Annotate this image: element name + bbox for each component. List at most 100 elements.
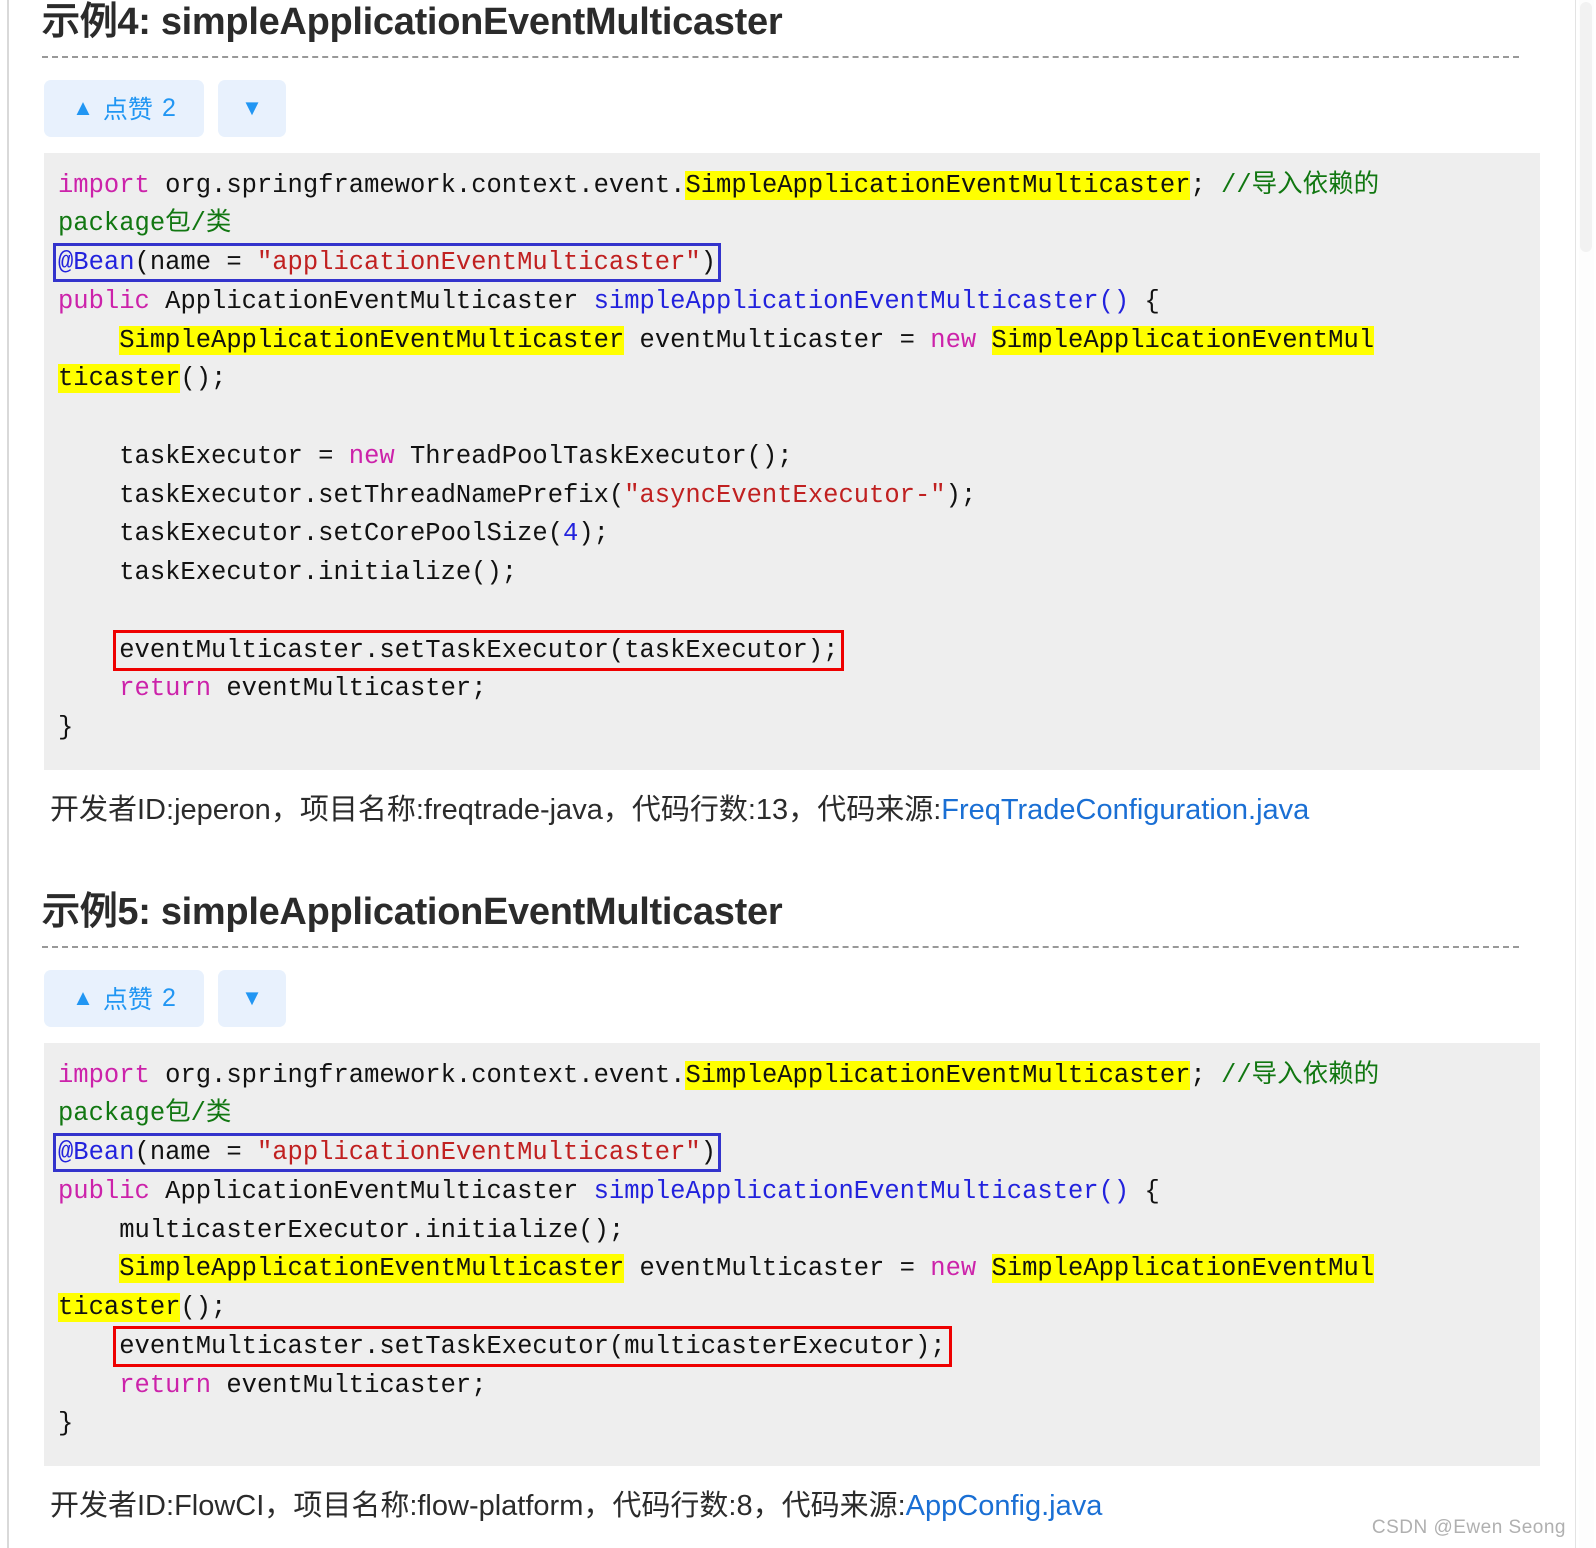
code-keyword-return: return (119, 674, 212, 704)
code-number-corepoolsize: 4 (563, 519, 579, 549)
code-keyword-return: return (119, 1370, 212, 1400)
page-content: 示例4: simpleApplicationEventMulticaster ▲… (0, 0, 1575, 1524)
watermark: CSDN @Ewen Seong (1371, 1517, 1566, 1538)
upvote-count-2: 2 (161, 983, 176, 1012)
page-scrollbar[interactable] (1575, 0, 1596, 1548)
code-block-example-5[interactable]: import org.springframework.context.event… (44, 1042, 1540, 1467)
upvote-count: 2 (161, 93, 176, 122)
example-section-4: 示例4: simpleApplicationEventMulticaster ▲… (0, 0, 1575, 828)
code-line-setthreadnameprefix-end: ); (945, 480, 977, 510)
attribution-example-5: 开发者ID:FlowCI，项目名称:flow-platform，代码行数:8，代… (0, 1466, 1575, 1524)
attrib-sep-3: ， (788, 793, 818, 826)
code-highlight-type: SimpleApplicationEventMulticaster (119, 1254, 625, 1284)
code-return-type: ApplicationEventMulticaster (165, 1176, 579, 1206)
code-string-bean-name: "applicationEventMulticaster" (256, 1138, 701, 1168)
attrib-sep-1: ， (264, 1490, 294, 1523)
example-section-5: 示例5: simpleApplicationEventMulticaster ▲… (0, 890, 1575, 1524)
upvote-label: 点赞 (102, 96, 153, 125)
vote-bar-5: ▲ 点赞 2 ▼ (0, 948, 1575, 1043)
code-ctor-call: (); (180, 364, 227, 394)
triangle-down-icon: ▼ (241, 95, 263, 121)
code-semicolon: ; (1190, 170, 1206, 200)
downvote-button-2[interactable]: ▼ (218, 969, 286, 1027)
code-annotation-bean: @Bean (58, 248, 135, 278)
code-brace-close: } (58, 713, 74, 743)
code-highlight-type: SimpleApplicationEventMulticaster (119, 325, 625, 355)
code-keyword-import: import (58, 1060, 150, 1090)
project-name-value: freqtrade-java (423, 793, 603, 826)
code-lines-value: 13 (755, 793, 789, 826)
code-keyword-public: public (58, 286, 150, 316)
project-name-label: 项目名称: (299, 793, 424, 826)
developer-id-label: 开发者ID: (50, 1490, 175, 1523)
code-source-label: 代码来源: (781, 1490, 906, 1523)
code-brace-close: } (58, 1409, 74, 1439)
code-var-eventmulticaster: eventMulticaster = (639, 325, 931, 355)
code-source-link[interactable]: FreqTradeConfiguration.java (941, 794, 1309, 826)
code-annotation-open: (name = (134, 1138, 257, 1168)
code-annotation-open: (name = (134, 248, 257, 278)
settaskexecutor-highlight-box: eventMulticaster.setTaskExecutor(taskExe… (113, 629, 845, 671)
code-return-value: eventMulticaster; (211, 1370, 487, 1400)
upvote-button[interactable]: ▲ 点赞 2 (44, 79, 204, 137)
code-semicolon: ; (1190, 1060, 1206, 1090)
code-keyword-public: public (58, 1176, 150, 1206)
triangle-up-icon: ▲ (72, 985, 94, 1011)
code-string-bean-name: "applicationEventMulticaster" (256, 248, 701, 278)
code-highlight-class: SimpleApplicationEventMulticaster (685, 170, 1191, 200)
scrollbar-thumb[interactable] (1580, 2, 1592, 252)
code-lines-value: 8 (736, 1490, 753, 1523)
downvote-button[interactable]: ▼ (218, 79, 286, 137)
code-line-settaskexecutor: eventMulticaster.setTaskExecutor(taskExe… (119, 635, 839, 665)
code-lines-label: 代码行数: (631, 793, 756, 826)
attrib-sep-2: ， (602, 793, 632, 826)
attrib-sep-1: ， (270, 793, 300, 826)
code-highlight-class: SimpleApplicationEventMulticaster (685, 1060, 1191, 1090)
upvote-button-2[interactable]: ▲ 点赞 2 (44, 969, 204, 1027)
code-line-setthreadnameprefix: taskExecutor.setThreadNamePrefix( (119, 480, 625, 510)
code-keyword-new: new (930, 325, 977, 355)
code-block-example-4[interactable]: import org.springframework.context.event… (44, 152, 1540, 770)
attribution-example-4: 开发者ID:jeperon，项目名称:freqtrade-java，代码行数:1… (0, 770, 1575, 828)
developer-id-value: FlowCI (174, 1490, 265, 1523)
code-threadpool-ctor: ThreadPoolTaskExecutor(); (394, 441, 793, 471)
code-return-value: eventMulticaster; (211, 674, 487, 704)
code-keyword-import: import (58, 170, 150, 200)
code-keyword-new-2: new (348, 441, 395, 471)
code-method-name: simpleApplicationEventMulticaster() (593, 1176, 1130, 1206)
code-package-path: org.springframework.context.event. (165, 170, 686, 200)
code-line-taskexecutor-new: taskExecutor = (119, 441, 349, 471)
developer-id-value: jeperon (174, 793, 271, 826)
page-title-example-5: 示例5: simpleApplicationEventMulticaster (42, 891, 783, 934)
code-line-multicaster-initialize: multicasterExecutor.initialize(); (119, 1215, 625, 1245)
code-keyword-new: new (930, 1254, 977, 1284)
code-line-setcorepoolsize: taskExecutor.setCorePoolSize( (119, 519, 563, 549)
code-lines-label: 代码行数: (612, 1490, 737, 1523)
code-source-link[interactable]: AppConfig.java (906, 1490, 1103, 1522)
settaskexecutor-highlight-box: eventMulticaster.setTaskExecutor(multica… (113, 1325, 952, 1367)
code-brace-open: { (1144, 286, 1160, 316)
code-var-eventmulticaster: eventMulticaster = (639, 1254, 931, 1284)
code-brace-open: { (1144, 1176, 1160, 1206)
annotation-bean-highlight-box: @Bean(name = "applicationEventMulticaste… (52, 1133, 722, 1173)
attrib-sep-2: ， (583, 1490, 613, 1523)
code-annotation-close: ) (700, 1138, 717, 1168)
code-source-label: 代码来源: (817, 793, 942, 826)
code-line-initialize: taskExecutor.initialize(); (119, 558, 518, 588)
code-string-thread-prefix: "asyncEventExecutor-" (624, 480, 946, 510)
code-annotation-bean: @Bean (58, 1138, 135, 1168)
triangle-down-icon: ▼ (241, 985, 263, 1011)
triangle-up-icon: ▲ (72, 95, 94, 121)
annotation-bean-highlight-box: @Bean(name = "applicationEventMulticaste… (52, 243, 722, 283)
code-method-name: simpleApplicationEventMulticaster() (593, 286, 1130, 316)
code-line-setcorepoolsize-end: ); (578, 519, 609, 549)
upvote-label-2: 点赞 (102, 986, 153, 1015)
code-return-type: ApplicationEventMulticaster (165, 286, 579, 316)
code-annotation-close: ) (700, 248, 717, 278)
code-ctor-call: (); (180, 1293, 227, 1323)
page-title-example-4: 示例4: simpleApplicationEventMulticaster (42, 1, 783, 43)
project-name-value: flow-platform (417, 1490, 584, 1523)
developer-id-label: 开发者ID: (50, 793, 175, 826)
attrib-sep-3: ， (752, 1490, 782, 1523)
